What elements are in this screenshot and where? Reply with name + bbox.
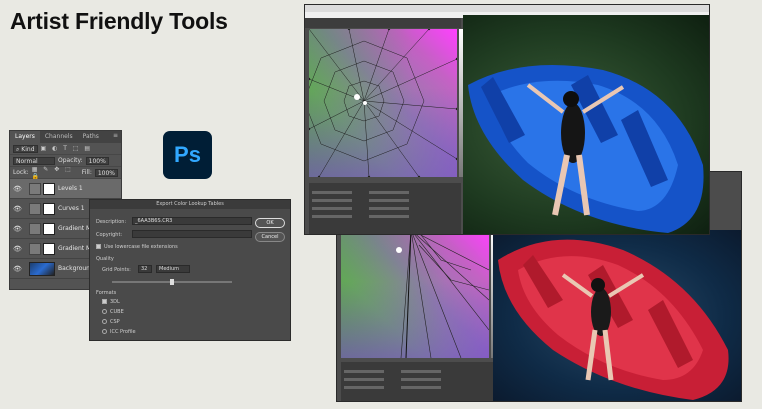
layer-name: Curves 1 xyxy=(58,205,85,212)
control-slider[interactable] xyxy=(401,378,441,381)
source-photo-blue xyxy=(463,15,709,234)
filter-kind-select[interactable]: ⌕ Kind xyxy=(13,144,38,153)
copyright-field[interactable] xyxy=(132,230,252,238)
eye-icon[interactable]: 👁 xyxy=(13,265,22,273)
layers-panel-tabs: Layers Channels Paths ≡ xyxy=(10,131,121,143)
search-icon: ⌕ xyxy=(16,145,20,153)
window-toolbar[interactable] xyxy=(305,18,461,28)
export-lut-dialog: Export Color Lookup Tables Description: … xyxy=(89,199,291,341)
panel-menu-icon[interactable]: ≡ xyxy=(113,132,118,139)
curves-adjustment-icon xyxy=(29,202,41,215)
boat-blue-image xyxy=(468,65,704,233)
window-titlebar xyxy=(305,5,709,12)
checkbox[interactable] xyxy=(102,299,107,304)
layer-mask-thumbnail xyxy=(43,242,55,255)
control-slider[interactable] xyxy=(401,386,441,389)
eye-icon[interactable]: 👁 xyxy=(13,225,22,233)
control-slider[interactable] xyxy=(312,199,352,202)
control-slider[interactable] xyxy=(344,370,384,373)
control-slider[interactable] xyxy=(312,207,352,210)
fill-label: Fill: xyxy=(81,169,92,176)
boat-red-image xyxy=(498,239,729,400)
gradient-map-icon xyxy=(29,242,41,255)
adjustment-controls[interactable] xyxy=(309,183,461,234)
cancel-button[interactable]: Cancel xyxy=(255,232,285,242)
radio[interactable] xyxy=(102,319,107,324)
format-3dl[interactable]: 3DL xyxy=(102,299,120,305)
lowercase-label: Use lowercase file extensions xyxy=(104,244,178,250)
blend-mode-select[interactable]: Normal xyxy=(13,156,55,165)
format-cube[interactable]: CUBE xyxy=(102,309,124,315)
formats-label: Formats xyxy=(96,290,117,296)
description-field[interactable]: _6AA3B6S.CR3 xyxy=(132,217,252,225)
layer-mask-thumbnail xyxy=(43,222,55,235)
lock-icons[interactable]: ▦ ✎ ✥ ⬚ 🔒 xyxy=(32,166,79,180)
levels-adjustment-icon xyxy=(29,182,41,195)
filter-icons[interactable]: ▣ ◐ T ⬚ ▤ xyxy=(41,145,93,152)
opacity-field[interactable]: 100% xyxy=(85,156,109,165)
lock-label: Lock: xyxy=(13,169,29,176)
control-slider[interactable] xyxy=(401,370,441,373)
eye-icon[interactable]: 👁 xyxy=(13,205,22,213)
warp-grid xyxy=(396,230,489,358)
photoshop-logo-icon: Ps xyxy=(163,131,212,179)
format-csp[interactable]: CSP xyxy=(102,319,120,325)
layer-mask-thumbnail xyxy=(43,202,55,215)
filter-kind-label: Kind xyxy=(21,145,35,153)
slider-knob[interactable] xyxy=(170,279,174,285)
eye-icon[interactable]: 👁 xyxy=(13,245,22,253)
fill-field[interactable]: 100% xyxy=(94,168,118,177)
grid-points-label: Grid Points: xyxy=(102,267,131,273)
grid-quality-select[interactable]: Medium xyxy=(156,265,190,273)
grid-points-slider[interactable] xyxy=(112,279,232,285)
dialog-title: Export Color Lookup Tables xyxy=(90,200,290,209)
gradient-map-icon xyxy=(29,222,41,235)
color-graph[interactable] xyxy=(309,29,457,177)
filter-row: ⌕ Kind ▣ ◐ T ⬚ ▤ xyxy=(10,143,121,155)
description-label: Description: xyxy=(96,219,127,225)
radio[interactable] xyxy=(102,329,107,334)
quality-label: Quality xyxy=(96,256,114,262)
opacity-label: Opacity: xyxy=(58,157,83,164)
copyright-label: Copyright: xyxy=(96,232,123,238)
format-icc[interactable]: ICC Profile xyxy=(102,329,136,335)
format-label: CSP xyxy=(110,319,120,325)
lowercase-option[interactable]: Use lowercase file extensions xyxy=(96,244,178,250)
tab-channels[interactable]: Channels xyxy=(40,131,78,143)
result-photo-red xyxy=(493,230,741,401)
ok-button[interactable]: OK xyxy=(255,218,285,228)
lowercase-checkbox[interactable] xyxy=(96,244,101,249)
slide-title: Artist Friendly Tools xyxy=(10,8,228,34)
control-slider[interactable] xyxy=(344,386,384,389)
layer-mask-thumbnail xyxy=(43,182,55,195)
eye-icon[interactable]: 👁 xyxy=(13,185,22,193)
grid-points-field[interactable]: 32 xyxy=(138,265,152,273)
background-thumbnail xyxy=(29,261,55,276)
adjustment-controls[interactable] xyxy=(341,362,493,401)
control-slider[interactable] xyxy=(369,199,409,202)
format-label: CUBE xyxy=(110,309,124,315)
tab-layers[interactable]: Layers xyxy=(10,131,40,143)
control-slider[interactable] xyxy=(312,215,352,218)
control-slider[interactable] xyxy=(369,191,409,194)
format-label: 3DL xyxy=(110,299,120,305)
control-slider[interactable] xyxy=(344,378,384,381)
color-graph[interactable] xyxy=(341,230,489,358)
control-slider[interactable] xyxy=(312,191,352,194)
warp-grid xyxy=(309,29,457,177)
layer-name: Levels 1 xyxy=(58,185,83,192)
lock-row: Lock: ▦ ✎ ✥ ⬚ 🔒 Fill: 100% xyxy=(10,166,121,180)
radio[interactable] xyxy=(102,309,107,314)
control-slider[interactable] xyxy=(369,215,409,218)
layer-row[interactable]: 👁 Levels 1 xyxy=(10,179,121,199)
control-slider[interactable] xyxy=(369,207,409,210)
format-label: ICC Profile xyxy=(110,329,136,335)
lut-app-window-blue xyxy=(304,4,710,235)
tab-paths[interactable]: Paths xyxy=(78,131,104,143)
